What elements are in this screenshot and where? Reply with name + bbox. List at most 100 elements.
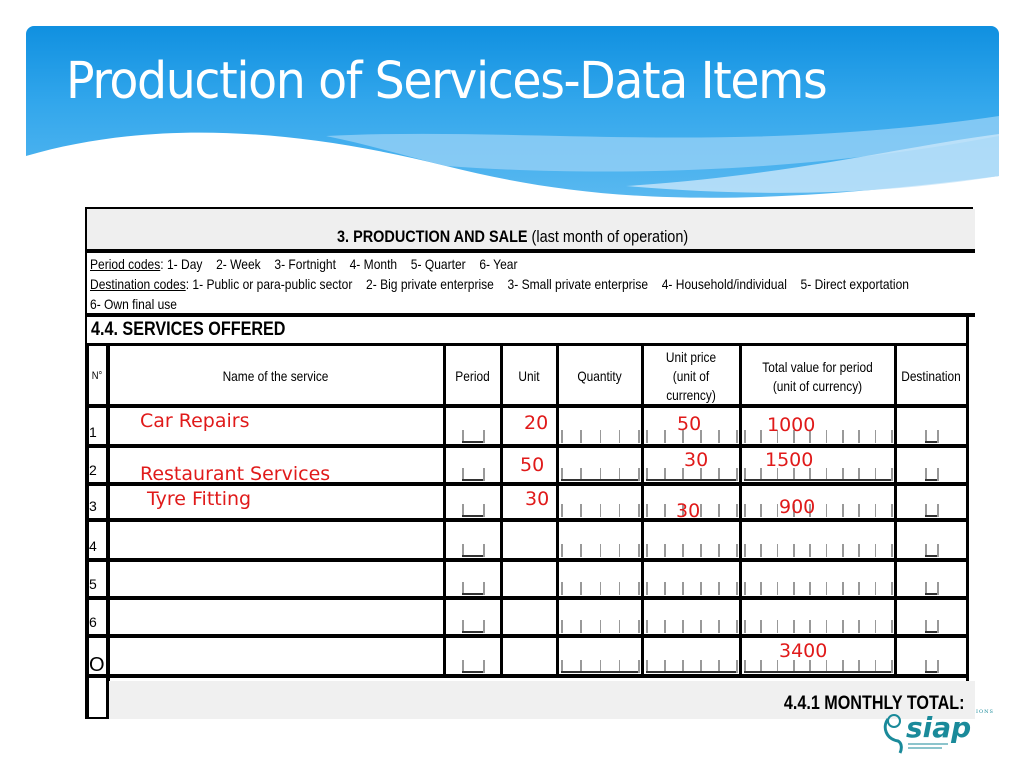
digit-separator <box>858 504 860 517</box>
digit-boxes[interactable] <box>462 429 485 443</box>
col-period-header: Period <box>448 367 496 386</box>
digit-separator <box>718 582 720 595</box>
digit-baseline <box>925 555 937 557</box>
digit-separator <box>776 582 779 595</box>
digit-separator <box>744 430 746 443</box>
digit-boxes[interactable] <box>925 467 939 481</box>
digit-separator <box>776 504 779 517</box>
total-value-1: 1000 <box>767 414 816 436</box>
digit-separator <box>638 504 640 517</box>
digit-boxes[interactable] <box>561 503 640 517</box>
unit-value-3: 30 <box>525 488 550 510</box>
digit-baseline <box>925 441 937 443</box>
digit-separator <box>638 430 640 443</box>
digit-separator <box>646 430 648 443</box>
digit-boxes[interactable] <box>462 659 485 673</box>
digit-boxes[interactable] <box>561 619 640 633</box>
digit-boxes[interactable] <box>744 581 893 595</box>
digit-separator <box>760 544 762 557</box>
digit-boxes[interactable] <box>561 467 640 481</box>
col-total-value-header: Total value for period (unit of currency) <box>752 358 884 396</box>
monthly-total-value: 3400 <box>779 640 828 662</box>
unit-price-value-2: 30 <box>684 449 709 471</box>
digit-separator <box>825 582 828 595</box>
row-number: 4 <box>89 538 97 554</box>
digit-baseline <box>925 671 937 673</box>
digit-boxes[interactable] <box>925 659 939 673</box>
col-unit-header: Unit <box>505 367 553 386</box>
digit-separator <box>599 504 601 517</box>
digit-baseline <box>561 671 638 673</box>
header-text: (unit of <box>672 368 710 384</box>
col-name-header: Name of the service <box>132 367 418 386</box>
digit-separator <box>618 504 621 517</box>
digit-separator <box>793 620 795 633</box>
digit-baseline <box>925 479 937 481</box>
digit-separator <box>599 620 601 633</box>
digit-boxes[interactable] <box>646 543 738 557</box>
digit-boxes[interactable] <box>561 429 640 443</box>
digit-separator <box>891 430 893 443</box>
services-table: N° Name of the service Period Unit Quantity U… <box>86 209 975 721</box>
digit-baseline <box>744 479 891 481</box>
services-form: 3. PRODUCTION AND SALE (last month of op… <box>85 207 975 721</box>
digit-separator <box>700 544 702 557</box>
digit-separator <box>664 504 666 517</box>
digit-boxes[interactable] <box>925 543 939 557</box>
digit-separator <box>580 620 582 633</box>
digit-boxes[interactable] <box>744 543 893 557</box>
digit-boxes[interactable] <box>462 543 485 557</box>
digit-separator <box>561 430 563 443</box>
digit-separator <box>891 468 893 481</box>
digit-separator <box>483 582 485 595</box>
digit-boxes[interactable] <box>744 503 893 517</box>
digit-separator <box>483 660 485 673</box>
digit-separator <box>809 582 811 595</box>
digit-boxes[interactable] <box>462 581 485 595</box>
digit-separator <box>760 430 762 443</box>
digit-separator <box>599 582 601 595</box>
digit-boxes[interactable] <box>462 503 485 517</box>
digit-separator <box>599 544 601 557</box>
digit-boxes[interactable] <box>925 619 939 633</box>
header-text: Unit <box>518 368 540 384</box>
digit-separator <box>937 430 939 443</box>
digit-separator <box>736 468 738 481</box>
service-name-3: Tyre Fitting <box>147 488 252 510</box>
digit-separator <box>700 582 702 595</box>
digit-boxes[interactable] <box>646 619 738 633</box>
digit-boxes[interactable] <box>744 619 893 633</box>
digit-boxes[interactable] <box>462 467 485 481</box>
digit-separator <box>842 430 844 443</box>
digit-separator <box>937 504 939 517</box>
digit-boxes[interactable] <box>925 429 939 443</box>
digit-separator <box>638 620 640 633</box>
digit-boxes[interactable] <box>646 659 738 673</box>
digit-boxes[interactable] <box>925 581 939 595</box>
digit-separator <box>483 430 485 443</box>
digit-baseline <box>462 555 483 557</box>
header-text: N° <box>91 370 103 382</box>
digit-baseline <box>646 671 736 673</box>
digit-separator <box>937 468 939 481</box>
digit-boxes[interactable] <box>561 543 640 557</box>
digit-separator <box>483 468 485 481</box>
digit-separator <box>809 620 811 633</box>
digit-boxes[interactable] <box>925 503 939 517</box>
row-number: 6 <box>89 614 97 630</box>
digit-separator <box>561 582 563 595</box>
digit-separator <box>858 544 860 557</box>
digit-separator <box>825 504 828 517</box>
digit-separator <box>842 620 844 633</box>
digit-separator <box>736 504 738 517</box>
digit-boxes[interactable] <box>561 581 640 595</box>
digit-separator <box>825 544 828 557</box>
digit-boxes[interactable] <box>646 581 738 595</box>
digit-boxes[interactable] <box>561 659 640 673</box>
row-number: O <box>89 654 105 676</box>
digit-separator <box>937 582 939 595</box>
digit-separator <box>858 430 860 443</box>
digit-boxes[interactable] <box>462 619 485 633</box>
digit-separator <box>842 582 844 595</box>
digit-separator <box>809 544 811 557</box>
